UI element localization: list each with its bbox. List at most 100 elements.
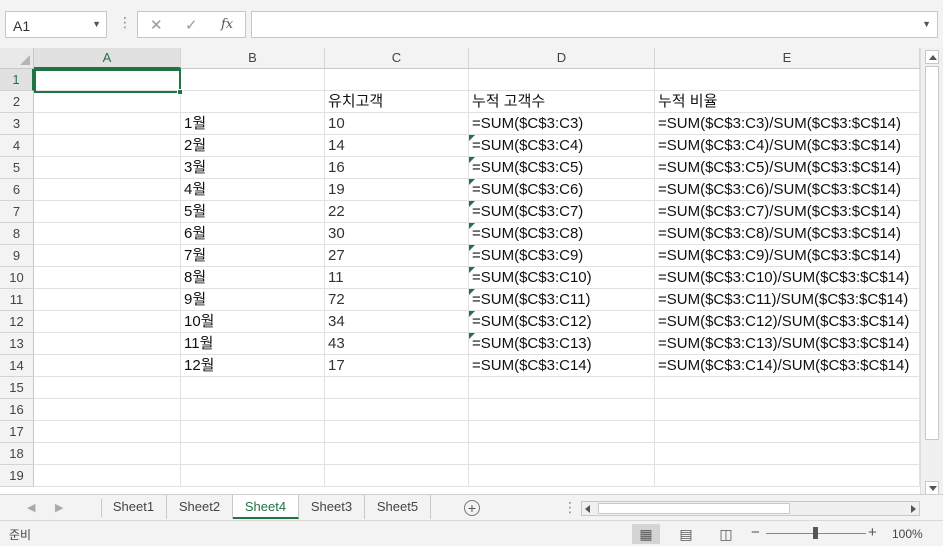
row-header[interactable]: 12 (0, 311, 34, 333)
column-header[interactable]: A (34, 48, 181, 69)
cell-c15[interactable] (325, 377, 469, 399)
cell-e14[interactable]: =SUM($C$3:C14)/SUM($C$3:$C$14) (655, 355, 920, 377)
cell-a18[interactable] (34, 443, 181, 465)
cell-b5[interactable]: 3월 (181, 157, 325, 179)
row-header[interactable]: 7 (0, 201, 34, 223)
cell-d6[interactable]: =SUM($C$3:C6) (469, 179, 655, 201)
cell-d16[interactable] (469, 399, 655, 421)
row-header[interactable]: 11 (0, 289, 34, 311)
cell-a16[interactable] (34, 399, 181, 421)
cell-d3[interactable]: =SUM($C$3:C3) (469, 113, 655, 135)
cell-c4[interactable]: 14 (325, 135, 469, 157)
row-header[interactable]: 8 (0, 223, 34, 245)
normal-view-icon[interactable]: ▦ (632, 524, 660, 544)
fill-handle[interactable] (177, 89, 183, 95)
cell-d8[interactable]: =SUM($C$3:C8) (469, 223, 655, 245)
column-header[interactable]: C (325, 48, 469, 69)
cell-e13[interactable]: =SUM($C$3:C13)/SUM($C$3:$C$14) (655, 333, 920, 355)
scroll-right-icon[interactable] (911, 505, 916, 513)
page-layout-view-icon[interactable]: ▤ (672, 524, 700, 544)
cell-b14[interactable]: 12월 (181, 355, 325, 377)
add-sheet-icon[interactable]: + (464, 500, 480, 516)
column-header[interactable]: E (655, 48, 920, 69)
cell-c11[interactable]: 72 (325, 289, 469, 311)
cell-d5[interactable]: =SUM($C$3:C5) (469, 157, 655, 179)
cell-d2[interactable]: 누적 고객수 (469, 91, 655, 113)
cell-b11[interactable]: 9월 (181, 289, 325, 311)
cell-b7[interactable]: 5월 (181, 201, 325, 223)
scroll-up-icon[interactable] (925, 50, 939, 64)
cell-e3[interactable]: =SUM($C$3:C3)/SUM($C$3:$C$14) (655, 113, 920, 135)
expand-formula-icon[interactable]: ▼ (922, 19, 931, 29)
cell-c8[interactable]: 30 (325, 223, 469, 245)
cell-c7[interactable]: 22 (325, 201, 469, 223)
cell-d9[interactable]: =SUM($C$3:C9) (469, 245, 655, 267)
cell-b10[interactable]: 8월 (181, 267, 325, 289)
cell-b1[interactable] (181, 69, 325, 91)
cell-a8[interactable] (34, 223, 181, 245)
cell-a3[interactable] (34, 113, 181, 135)
prev-sheet-icon[interactable]: ◀ (27, 501, 35, 514)
sheet-tab-sheet3[interactable]: Sheet3 (299, 495, 365, 519)
cell-a11[interactable] (34, 289, 181, 311)
cell-b18[interactable] (181, 443, 325, 465)
cell-c3[interactable]: 10 (325, 113, 469, 135)
cell-d1[interactable] (469, 69, 655, 91)
cell-e12[interactable]: =SUM($C$3:C12)/SUM($C$3:$C$14) (655, 311, 920, 333)
cell-c17[interactable] (325, 421, 469, 443)
row-header[interactable]: 18 (0, 443, 34, 465)
cell-c19[interactable] (325, 465, 469, 487)
cell-a14[interactable] (34, 355, 181, 377)
formula-input[interactable]: ▼ (251, 11, 938, 38)
cell-d10[interactable]: =SUM($C$3:C10) (469, 267, 655, 289)
cell-a17[interactable] (34, 421, 181, 443)
cell-b19[interactable] (181, 465, 325, 487)
cell-c10[interactable]: 11 (325, 267, 469, 289)
enter-icon[interactable]: ✓ (185, 16, 198, 34)
cell-e8[interactable]: =SUM($C$3:C8)/SUM($C$3:$C$14) (655, 223, 920, 245)
cell-e4[interactable]: =SUM($C$3:C4)/SUM($C$3:$C$14) (655, 135, 920, 157)
cell-a9[interactable] (34, 245, 181, 267)
horizontal-scrollbar[interactable] (581, 501, 920, 516)
cell-e10[interactable]: =SUM($C$3:C10)/SUM($C$3:$C$14) (655, 267, 920, 289)
cell-a2[interactable] (34, 91, 181, 113)
cell-e1[interactable] (655, 69, 920, 91)
cell-b4[interactable]: 2월 (181, 135, 325, 157)
splitter-handle-icon[interactable]: ⋮ (563, 499, 577, 516)
cell-b6[interactable]: 4월 (181, 179, 325, 201)
cell-d15[interactable] (469, 377, 655, 399)
cell-b15[interactable] (181, 377, 325, 399)
sheet-tab-sheet5[interactable]: Sheet5 (365, 495, 431, 519)
row-header[interactable]: 13 (0, 333, 34, 355)
row-header[interactable]: 6 (0, 179, 34, 201)
scroll-left-icon[interactable] (585, 505, 590, 513)
next-sheet-icon[interactable]: ▶ (55, 501, 63, 514)
cell-a19[interactable] (34, 465, 181, 487)
row-header[interactable]: 19 (0, 465, 34, 487)
name-box[interactable]: A1 ▼ (5, 11, 107, 38)
cell-b9[interactable]: 7월 (181, 245, 325, 267)
row-header[interactable]: 3 (0, 113, 34, 135)
cell-d14[interactable]: =SUM($C$3:C14) (469, 355, 655, 377)
zoom-slider-knob[interactable] (813, 527, 818, 539)
insert-function-icon[interactable]: fx (221, 17, 233, 32)
cell-d11[interactable]: =SUM($C$3:C11) (469, 289, 655, 311)
cell-b17[interactable] (181, 421, 325, 443)
cell-a15[interactable] (34, 377, 181, 399)
row-header[interactable]: 5 (0, 157, 34, 179)
cell-e9[interactable]: =SUM($C$3:C9)/SUM($C$3:$C$14) (655, 245, 920, 267)
cell-e7[interactable]: =SUM($C$3:C7)/SUM($C$3:$C$14) (655, 201, 920, 223)
column-header[interactable]: D (469, 48, 655, 69)
cell-b12[interactable]: 10월 (181, 311, 325, 333)
row-header[interactable]: 9 (0, 245, 34, 267)
row-header[interactable]: 15 (0, 377, 34, 399)
vertical-scrollbar[interactable] (920, 48, 943, 496)
zoom-out-button[interactable]: − (751, 524, 760, 541)
sheet-tab-sheet2[interactable]: Sheet2 (167, 495, 233, 519)
worksheet-grid[interactable]: A B C D E 1 2 유치고객 누적 고객수 누적 비율 3 1월 10 =SUM($C$3:C3)… (0, 48, 920, 494)
sheet-tab-sheet4[interactable]: Sheet4 (233, 495, 299, 519)
row-header[interactable]: 16 (0, 399, 34, 421)
row-header[interactable]: 10 (0, 267, 34, 289)
cell-c2[interactable]: 유치고객 (325, 91, 469, 113)
row-header[interactable]: 4 (0, 135, 34, 157)
